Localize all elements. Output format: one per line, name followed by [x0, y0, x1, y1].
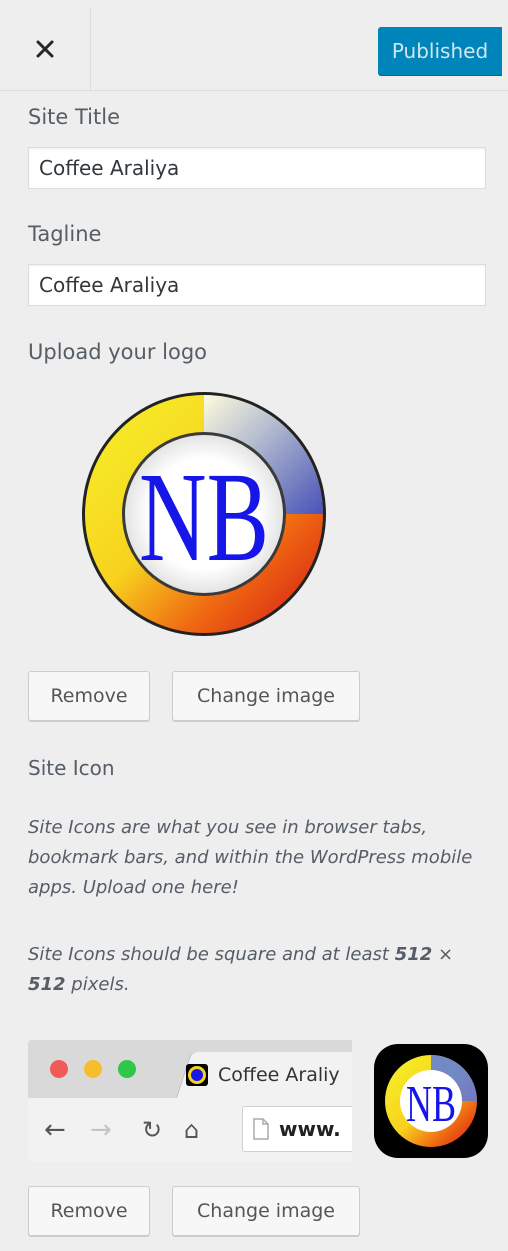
browser-url: www.	[279, 1117, 341, 1141]
svg-text:NB: NB	[406, 1076, 456, 1133]
logo-remove-button[interactable]: Remove	[28, 671, 150, 721]
browser-tab-content: Coffee Araliy	[186, 1052, 340, 1098]
favicon-icon	[186, 1064, 208, 1086]
app-icon-preview: NB	[374, 1044, 488, 1158]
reload-icon: ↻	[142, 1116, 163, 1144]
site-title-label: Site Title	[28, 105, 120, 129]
icon-remove-button[interactable]: Remove	[28, 1186, 150, 1236]
tagline-input[interactable]	[28, 264, 486, 306]
close-button[interactable]	[0, 8, 91, 90]
tagline-label: Tagline	[28, 222, 102, 246]
page-icon	[253, 1118, 269, 1140]
site-icon-image: NB	[385, 1055, 477, 1147]
customizer-panel: Published Site Title Tagline Upload your…	[0, 0, 508, 1251]
site-icon-description: Site Icons are what you see in browser t…	[28, 817, 473, 898]
site-icon-label: Site Icon	[28, 756, 115, 780]
browser-tab-title: Coffee Araliy	[218, 1064, 340, 1086]
logo-image: NB	[82, 392, 326, 636]
site-icon-size-note: Site Icons should be square and at least…	[28, 944, 454, 995]
logo-label: Upload your logo	[28, 340, 208, 364]
browser-address-bar: www.	[242, 1106, 352, 1152]
forward-arrow-icon: →	[90, 1115, 112, 1145]
published-button[interactable]: Published	[378, 27, 502, 75]
back-arrow-icon: ←	[44, 1115, 66, 1145]
icon-change-image-button[interactable]: Change image	[172, 1186, 360, 1236]
site-title-input[interactable]	[28, 147, 486, 189]
window-close-dot	[50, 1060, 68, 1078]
close-icon	[36, 40, 54, 58]
home-icon: ⌂	[184, 1116, 200, 1144]
logo-change-image-button[interactable]: Change image	[172, 671, 360, 721]
svg-text:NB: NB	[139, 446, 269, 588]
panel-header: Published	[0, 0, 508, 91]
window-minimize-dot	[84, 1060, 102, 1078]
window-zoom-dot	[118, 1060, 136, 1078]
browser-preview: Coffee Araliy ← → ↻ ⌂ www.	[28, 1040, 352, 1162]
